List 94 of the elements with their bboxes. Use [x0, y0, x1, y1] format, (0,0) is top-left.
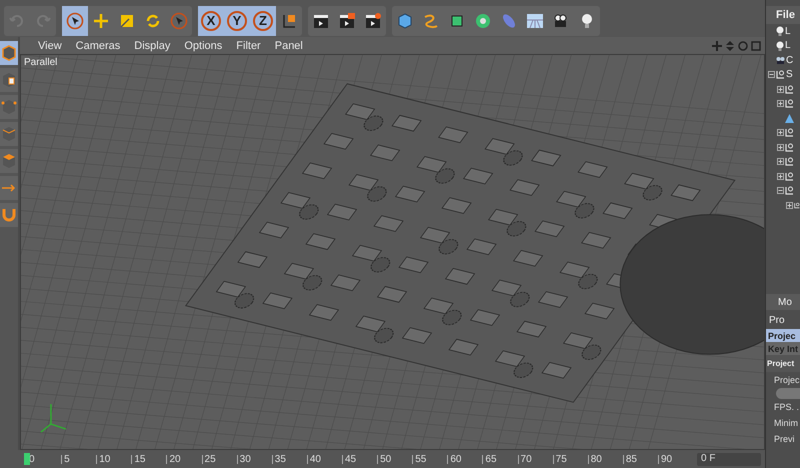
frame-number: 30 — [236, 454, 272, 464]
viewport-menu-item[interactable]: Options — [184, 40, 222, 52]
null-object-icon — [785, 172, 794, 181]
null-object-icon — [785, 84, 794, 94]
point-mode-button[interactable] — [0, 95, 18, 119]
axis-button[interactable]: Z — [250, 6, 276, 36]
maximize-view-icon[interactable] — [751, 40, 761, 50]
light-bulb-icon — [776, 40, 784, 51]
cube-edges-icon — [0, 125, 18, 143]
frame-number: 60 — [447, 454, 482, 464]
frame-number: 45 — [342, 454, 378, 464]
viewport-menu-item[interactable]: Filter — [236, 40, 261, 52]
null-object-icon — [785, 99, 794, 108]
frame-number: 15 — [131, 454, 166, 464]
frame-field[interactable]: 0 F — [697, 452, 761, 466]
move-view-icon[interactable] — [712, 40, 722, 50]
null-object-icon — [794, 200, 800, 210]
frame-number: 20 — [166, 454, 202, 464]
scale-icon — [118, 12, 136, 30]
frame-number: 50 — [377, 454, 412, 464]
collapse-icon[interactable] — [777, 187, 784, 194]
frame-number: 80 — [588, 454, 623, 464]
expand-icon[interactable] — [777, 158, 784, 166]
section-title: Project — [766, 355, 800, 372]
polygon-mode-button[interactable] — [0, 149, 18, 173]
object-name[interactable]: C — [786, 54, 794, 66]
zoom-view-icon[interactable] — [725, 40, 735, 50]
attribute-tab[interactable]: Projec — [766, 329, 800, 342]
axis-mode-button[interactable] — [0, 176, 18, 200]
magnet-icon — [0, 206, 18, 224]
spline-icon — [422, 12, 440, 30]
clapperboard-icon — [312, 12, 330, 30]
move-icon — [92, 12, 110, 30]
slider-field[interactable] — [776, 388, 800, 399]
frame-number: 55 — [412, 454, 448, 464]
viewport-menu-item[interactable]: Panel — [274, 40, 303, 52]
tool-button[interactable] — [62, 6, 88, 36]
light-bulb-icon — [776, 26, 784, 36]
expand-icon[interactable] — [777, 100, 784, 108]
rotate-view-icon[interactable] — [738, 40, 748, 50]
frame-number: 10 — [96, 454, 132, 464]
snap-button[interactable] — [0, 203, 18, 227]
field-label: Projec — [773, 374, 800, 387]
frame-number: 70 — [518, 454, 553, 464]
expand-icon[interactable] — [777, 144, 784, 151]
viewport-menu-item[interactable]: Cameras — [76, 40, 120, 52]
cube-points-icon — [0, 98, 18, 116]
texture-mode-button[interactable] — [0, 68, 18, 92]
rotate-icon — [144, 12, 162, 30]
clapperboard-icon — [364, 12, 382, 30]
null-object-icon — [785, 186, 794, 196]
cube-face-icon — [0, 152, 18, 170]
null-object-icon — [785, 157, 794, 166]
null-object-icon — [785, 142, 794, 152]
viewport-menu-item[interactable]: View — [38, 40, 62, 52]
expand-icon[interactable] — [777, 172, 784, 180]
null-object-icon — [776, 70, 785, 80]
camera-label: Parallel — [24, 57, 58, 68]
mode-label[interactable]: Pro — [766, 310, 800, 329]
expand-icon[interactable] — [786, 202, 793, 209]
collapse-icon[interactable] — [768, 71, 775, 78]
expand-icon[interactable] — [777, 86, 784, 93]
panel-title: Mo — [766, 294, 800, 310]
frame-number: 25 — [202, 454, 237, 464]
capsule-icon — [500, 12, 518, 30]
field-label: FPS. . — [773, 401, 800, 414]
frame-number: 85 — [622, 454, 658, 464]
frame-number: 5 — [61, 454, 96, 464]
object-name[interactable]: L — [785, 26, 791, 37]
cursor-icon — [170, 12, 188, 30]
frame-number: 75 — [552, 454, 588, 464]
expand-icon[interactable] — [777, 129, 784, 136]
field-label: Previ — [773, 433, 796, 446]
playhead-marker[interactable] — [24, 453, 30, 465]
viewport-menu-item[interactable]: Display — [134, 40, 170, 52]
menu-item[interactable]: File — [766, 6, 800, 24]
cone-icon — [785, 114, 794, 123]
camera-icon — [776, 56, 785, 64]
edge-mode-button[interactable] — [0, 122, 18, 146]
frame-number: 35 — [272, 454, 307, 464]
null-object-icon — [785, 128, 794, 138]
frame-number: 90 — [658, 454, 694, 464]
checker-cube-icon — [0, 71, 18, 89]
axis-button[interactable]: X — [198, 6, 224, 36]
object-name[interactable]: L — [785, 40, 791, 52]
field-label: Minim — [773, 417, 799, 430]
frame-number: 65 — [482, 454, 518, 464]
axis-button[interactable]: Y — [224, 6, 250, 36]
model-mode-button[interactable] — [0, 41, 18, 65]
floor-icon — [526, 12, 544, 30]
clapperboard-icon — [338, 12, 356, 30]
object-name[interactable]: S — [786, 69, 793, 80]
cursor-icon — [66, 12, 84, 30]
frame-number: 40 — [306, 454, 342, 464]
